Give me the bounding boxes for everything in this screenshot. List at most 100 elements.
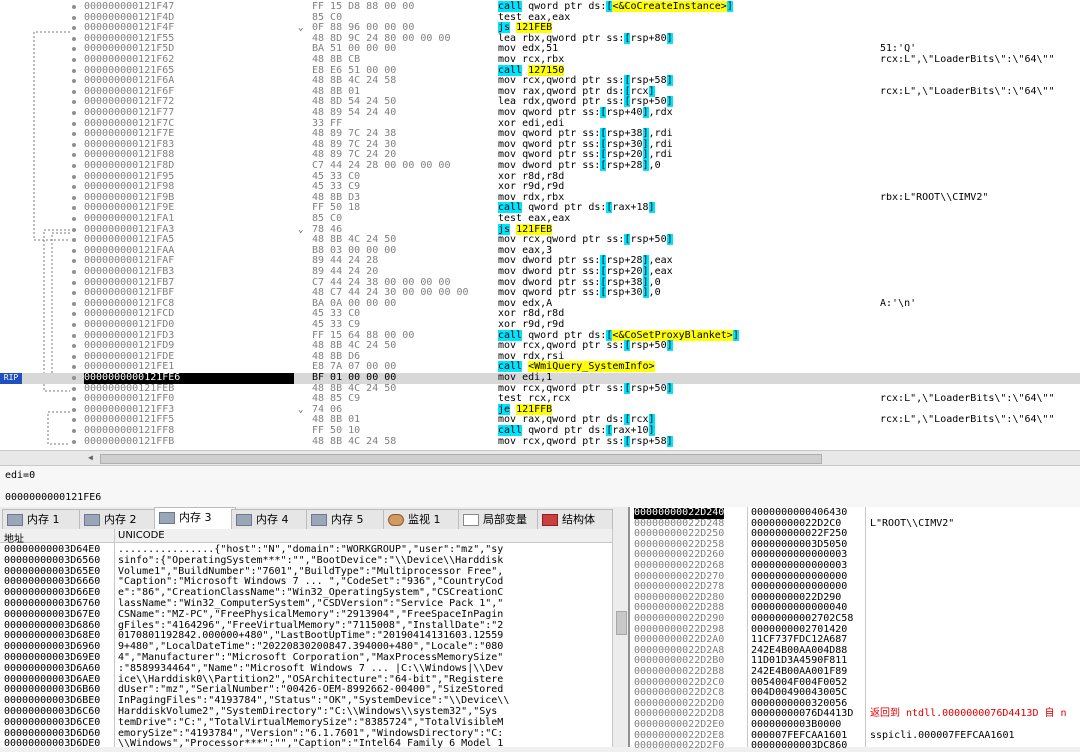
dump-row[interactable]: 00000000003D6560 sinfo":{"OperatingSystem… xyxy=(0,555,612,567)
tab-label: 内存 1 xyxy=(27,513,60,526)
breakpoint-dot-icon[interactable] xyxy=(72,312,76,317)
disasm-instruction: mov qword ptr ss:[rsp+30],0 xyxy=(498,287,661,299)
dump-row[interactable]: 00000000003D6A60:"8589934464","Name":"Mi… xyxy=(0,663,612,675)
breakpoint-dot-icon[interactable] xyxy=(72,68,76,73)
stack-row[interactable]: 00000000022D240 0000000000406430 xyxy=(630,507,1080,519)
disasm-row[interactable]: 000000000121F77 48 89 54 24 40 mov qword p… xyxy=(0,107,1080,119)
breakpoint-dot-icon[interactable] xyxy=(72,79,76,84)
stack-view[interactable]: 00000000022D240 0000000000406430 000000000… xyxy=(628,507,1080,751)
disasm-instruction: mov qword ptr ss:[rsp+40],rdx xyxy=(498,107,673,118)
breakpoint-dot-icon[interactable] xyxy=(72,259,76,264)
stack-address: 00000000022D268 xyxy=(634,560,725,571)
disasm-bytes: 48 8B 4C 24 58 xyxy=(312,435,397,447)
breakpoint-dot-icon[interactable] xyxy=(72,418,76,423)
memory-icon xyxy=(311,514,327,526)
tab-6[interactable]: 监视 1 xyxy=(383,509,463,529)
breakpoint-dot-icon[interactable] xyxy=(72,111,76,115)
breakpoint-dot-icon[interactable] xyxy=(72,206,76,211)
tab-3[interactable]: 内存 3 xyxy=(154,507,236,530)
stack-row[interactable]: 00000000022D268 0000000000000003 xyxy=(630,560,1080,572)
disasm-row[interactable]: 000000000121FD0 45 33 C9 xor r9d,r9d xyxy=(0,319,1080,331)
tab-label: 内存 2 xyxy=(104,513,137,526)
breakpoint-dot-icon[interactable] xyxy=(72,248,76,253)
scrollbar-thumb[interactable] xyxy=(616,611,627,635)
breakpoint-dot-icon[interactable] xyxy=(72,174,76,179)
breakpoint-dot-icon[interactable] xyxy=(72,376,76,380)
horizontal-scrollbar[interactable]: ◀ xyxy=(0,450,1080,465)
breakpoint-dot-icon[interactable] xyxy=(72,89,76,94)
breakpoint-dot-icon[interactable] xyxy=(72,58,76,62)
tab-5[interactable]: 内存 5 xyxy=(306,509,388,529)
breakpoint-dot-icon[interactable] xyxy=(72,291,76,296)
dump-vertical-scrollbar[interactable] xyxy=(612,529,629,747)
breakpoint-dot-icon[interactable] xyxy=(72,407,76,412)
disasm-row[interactable]: RIP 0000000000121FE6 BF 01 00 00 00 mov edi… xyxy=(0,372,1080,384)
tab-8[interactable]: 结构体 xyxy=(537,509,613,529)
breakpoint-dot-icon[interactable] xyxy=(72,270,76,274)
disasm-row[interactable]: 000000000121FA1 85 C0 test eax,eax xyxy=(0,213,1080,225)
jump-direction-icon: ⌄ xyxy=(298,23,304,34)
disasm-instruction: mov dword ptr ss:[rsp+20],eax xyxy=(498,266,673,277)
breakpoint-dot-icon[interactable] xyxy=(72,36,76,41)
scroll-left-icon[interactable]: ◀ xyxy=(88,453,93,462)
disasm-address: 000000000121F77 xyxy=(84,107,175,118)
tab-7[interactable]: 局部变量 xyxy=(458,509,542,529)
breakpoint-dot-icon[interactable] xyxy=(72,301,76,306)
breakpoint-dot-icon[interactable] xyxy=(72,195,76,200)
disassembly-view[interactable]: 000000000121F47 FF 15 D8 88 00 00 call qwo… xyxy=(0,0,1080,450)
disasm-row[interactable]: 000000000121FB3 89 44 24 20 mov dword ptr … xyxy=(0,266,1080,278)
disasm-comment: rbx:L"ROOT\\CIMV2" xyxy=(880,192,989,203)
tab-4[interactable]: 内存 4 xyxy=(231,509,311,529)
breakpoint-dot-icon[interactable] xyxy=(72,121,76,126)
stack-address: 00000000022D240 xyxy=(634,507,725,519)
breakpoint-dot-icon[interactable] xyxy=(72,365,76,370)
breakpoint-dot-icon[interactable] xyxy=(72,429,76,433)
stack-row[interactable]: 00000000022D290 00000000002702C58 xyxy=(630,613,1080,625)
breakpoint-dot-icon[interactable] xyxy=(72,26,76,31)
disasm-row[interactable]: 000000000121F47 FF 15 D8 88 00 00 call qwo… xyxy=(0,1,1080,13)
breakpoint-dot-icon[interactable] xyxy=(72,280,76,285)
disasm-comment: 51:'Q' xyxy=(880,44,917,55)
dump-row[interactable]: 00000000003D6CE0 temDrive":"C:","TotalVir… xyxy=(0,716,612,729)
disasm-row[interactable]: 000000000121FFB 48 8B 4C 24 58 mov rcx,qwo… xyxy=(0,435,1080,448)
breakpoint-dot-icon[interactable] xyxy=(72,132,76,137)
breakpoint-dot-icon[interactable] xyxy=(72,142,76,147)
dump-row[interactable]: 00000000003D67E0 CSName":"MZ-PC","FreePhy… xyxy=(0,609,612,621)
breakpoint-dot-icon[interactable] xyxy=(72,323,76,327)
breakpoint-dot-icon[interactable] xyxy=(72,153,76,158)
disasm-row[interactable]: 000000000121F8D C7 44 24 28 00 00 00 00 mo… xyxy=(0,160,1080,172)
dump-unicode-text: temDrive":"C:","TotalVirtualMemorySize":… xyxy=(118,716,504,728)
breakpoint-dot-icon[interactable] xyxy=(72,227,76,232)
scrollbar-thumb[interactable] xyxy=(100,454,822,464)
tab-label: 内存 4 xyxy=(256,513,289,526)
breakpoint-dot-icon[interactable] xyxy=(72,333,76,338)
breakpoint-dot-icon[interactable] xyxy=(72,344,76,349)
watch-icon xyxy=(388,514,404,526)
dump-row[interactable]: 00000000003D6DE0 \\Windows","Processor***… xyxy=(0,739,612,750)
memory-dump-view[interactable]: 地址 UNICODE 00000000003D64E0.............… xyxy=(0,529,628,750)
disasm-instruction: mov rcx,qword ptr ss:[rsp+58] xyxy=(498,435,673,447)
disasm-row[interactable]: 000000000121FF8 FF 50 10 call qword ptr ds… xyxy=(0,425,1080,437)
breakpoint-dot-icon[interactable] xyxy=(72,164,76,168)
breakpoint-dot-icon[interactable] xyxy=(72,386,76,391)
dump-header: 地址 UNICODE xyxy=(0,529,612,545)
breakpoint-dot-icon[interactable] xyxy=(72,217,76,221)
stack-row[interactable]: 00000000022D2F0 00000000003DC860 xyxy=(630,741,1080,752)
breakpoint-dot-icon[interactable] xyxy=(72,100,76,105)
breakpoint-dot-icon[interactable] xyxy=(72,238,76,243)
tab-2[interactable]: 内存 2 xyxy=(79,509,159,529)
breakpoint-dot-icon[interactable] xyxy=(72,397,76,402)
tab-1[interactable]: 内存 1 xyxy=(2,509,84,529)
disasm-row[interactable]: 000000000121F62 48 8B CB mov rcx,rbx rcx:L"… xyxy=(0,54,1080,66)
breakpoint-dot-icon[interactable] xyxy=(72,15,76,20)
breakpoint-dot-icon[interactable] xyxy=(72,5,76,9)
stack-row[interactable]: 00000000022D2B8 242E4B00AA001F89 xyxy=(630,666,1080,678)
stack-row[interactable]: 00000000022D2E0 0000000003B0000 xyxy=(630,719,1080,731)
breakpoint-dot-icon[interactable] xyxy=(72,47,76,52)
disasm-bytes: C7 44 24 28 00 00 00 00 xyxy=(312,160,451,171)
breakpoint-dot-icon[interactable] xyxy=(72,354,76,359)
disasm-bytes: 48 89 54 24 40 xyxy=(312,107,397,118)
disasm-address: 000000000121FB3 xyxy=(84,266,175,277)
breakpoint-dot-icon[interactable] xyxy=(72,439,76,444)
breakpoint-dot-icon[interactable] xyxy=(72,185,76,190)
